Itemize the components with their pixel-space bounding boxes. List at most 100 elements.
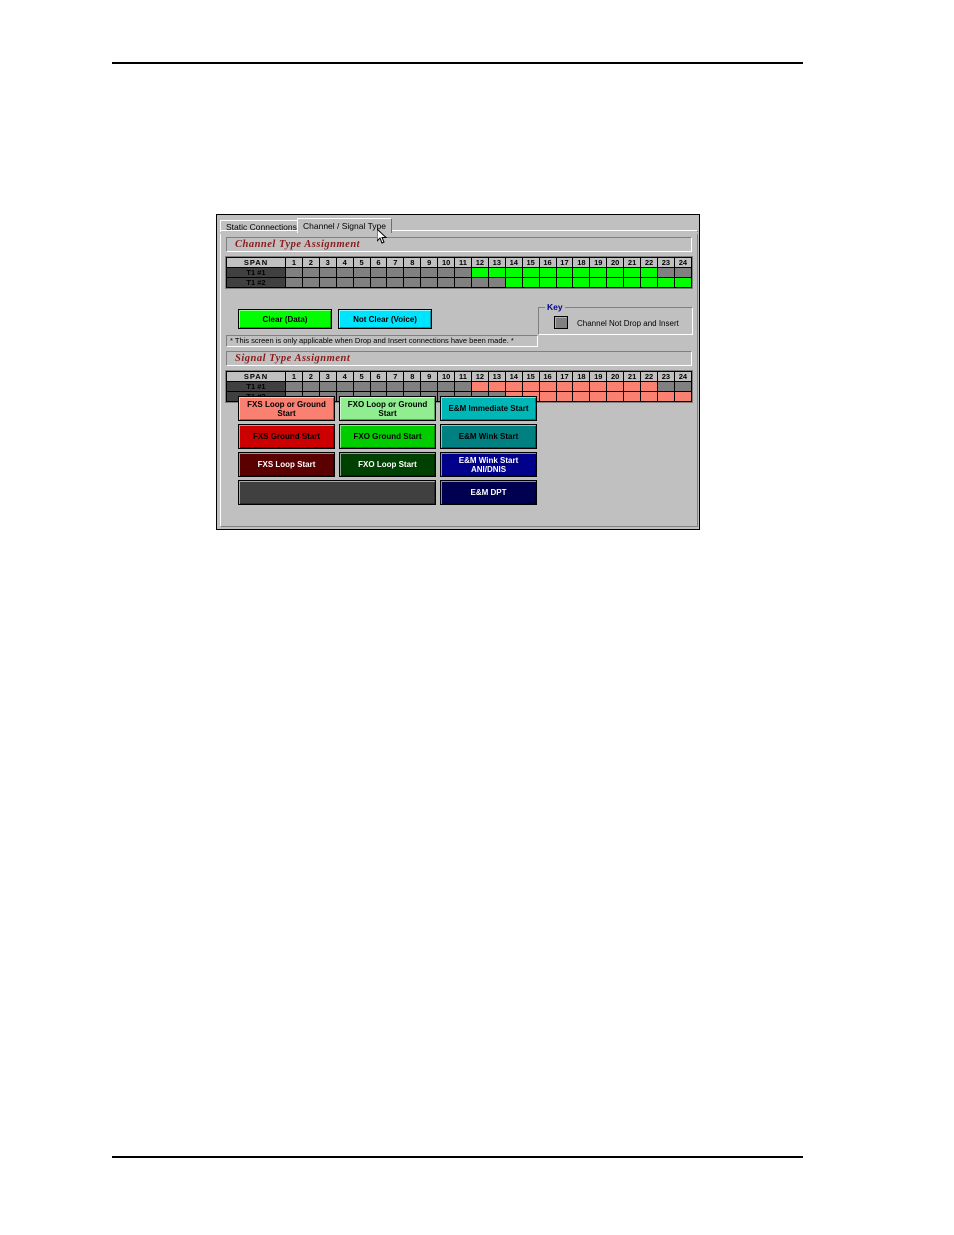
grid-channel-cell[interactable] [572, 267, 591, 278]
grid-channel-cell[interactable] [318, 381, 337, 392]
not-clear-voice-button[interactable]: Not Clear (Voice) [338, 309, 432, 329]
grid-channel-cell[interactable] [487, 277, 506, 288]
tab-channel-signal-type[interactable]: Channel / Signal Type [297, 218, 393, 233]
grid-channel-cell[interactable] [606, 277, 625, 288]
grid-channel-cell[interactable] [589, 277, 608, 288]
grid-channel-cell[interactable] [285, 277, 303, 288]
signal-type-button-fxs-loop-or-ground-start[interactable]: FXS Loop or Ground Start [238, 396, 335, 421]
grid-channel-cell[interactable] [403, 277, 422, 288]
grid-channel-cell[interactable] [538, 267, 557, 278]
signal-type-button-fxs-loop-start[interactable]: FXS Loop Start [238, 452, 335, 477]
signal-type-button-fxo-loop-start[interactable]: FXO Loop Start [339, 452, 436, 477]
grid-channel-cell[interactable] [623, 391, 642, 402]
grid-channel-cell[interactable] [454, 277, 472, 288]
grid-channel-cell[interactable] [640, 267, 658, 278]
grid-channel-cell[interactable] [454, 267, 472, 278]
grid-channel-cell[interactable] [420, 381, 439, 392]
grid-channel-cell[interactable] [521, 381, 540, 392]
grid-channel-cell[interactable] [504, 381, 523, 392]
grid-channel-cell[interactable] [420, 277, 439, 288]
grid-channel-cell[interactable] [437, 381, 456, 392]
grid-channel-cell[interactable] [369, 381, 388, 392]
grid-channel-cell[interactable] [285, 381, 303, 392]
grid-channel-cell[interactable] [487, 267, 506, 278]
grid-channel-cell[interactable] [352, 381, 371, 392]
grid-channel-cell[interactable] [606, 381, 625, 392]
grid-channel-cell[interactable] [504, 277, 523, 288]
grid-channel-cell[interactable] [589, 381, 608, 392]
signal-type-button-eandm-dpt[interactable]: E&M DPT [440, 480, 537, 505]
clear-data-button[interactable]: Clear (Data) [238, 309, 332, 329]
grid-channel-cell[interactable] [504, 267, 523, 278]
grid-channel-cell[interactable] [572, 381, 591, 392]
grid-channel-cell[interactable] [572, 277, 591, 288]
signal-type-button-fxs-ground-start[interactable]: FXS Ground Start [238, 424, 335, 449]
grid-channel-cell[interactable] [335, 267, 354, 278]
grid-channel-cell[interactable] [470, 267, 489, 278]
grid-channel-cell[interactable] [470, 381, 489, 392]
grid-channel-cell[interactable] [437, 277, 456, 288]
grid-channel-cell[interactable] [656, 391, 675, 402]
grid-channel-cell[interactable] [538, 277, 557, 288]
grid-channel-cell[interactable] [640, 277, 658, 288]
grid-channel-cell[interactable] [386, 267, 405, 278]
grid-channel-cell[interactable] [352, 267, 371, 278]
grid-channel-cell[interactable] [437, 267, 456, 278]
grid-channel-cell[interactable] [555, 277, 574, 288]
grid-channel-cell[interactable] [623, 267, 642, 278]
grid-channel-cell[interactable] [673, 277, 693, 288]
grid-channel-cell[interactable] [656, 267, 675, 278]
signal-type-button-eandm-wink-start-ani-dnis[interactable]: E&M Wink Start ANI/DNIS [440, 452, 537, 477]
grid-channel-cell[interactable] [640, 381, 658, 392]
grid-channel-cell[interactable] [335, 381, 354, 392]
signal-type-button-fxo-loop-or-ground-start[interactable]: FXO Loop or Ground Start [339, 396, 436, 421]
grid-channel-cell[interactable] [369, 267, 388, 278]
grid-channel-cell[interactable] [673, 267, 693, 278]
grid-channel-cell[interactable] [572, 391, 591, 402]
signal-type-button-eandm-immediate-start[interactable]: E&M Immediate Start [440, 396, 537, 421]
grid-channel-cell[interactable] [555, 267, 574, 278]
grid-channel-cell[interactable] [352, 277, 371, 288]
grid-channel-cell[interactable] [589, 391, 608, 402]
grid-channel-cell[interactable] [285, 267, 303, 278]
channel-type-section-header: Channel Type Assignment [226, 237, 692, 252]
grid-channel-cell[interactable] [606, 267, 625, 278]
signal-type-button-fxo-ground-start[interactable]: FXO Ground Start [339, 424, 436, 449]
grid-channel-cell[interactable] [301, 267, 320, 278]
grid-column-header: 10 [437, 257, 456, 268]
grid-channel-cell[interactable] [386, 381, 405, 392]
grid-channel-cell[interactable] [369, 277, 388, 288]
grid-channel-cell[interactable] [623, 381, 642, 392]
grid-channel-cell[interactable] [318, 277, 337, 288]
grid-channel-cell[interactable] [555, 391, 574, 402]
signal-type-button-blank[interactable] [238, 480, 436, 505]
grid-channel-cell[interactable] [335, 277, 354, 288]
signal-type-button-eandm-wink-start[interactable]: E&M Wink Start [440, 424, 537, 449]
grid-channel-cell[interactable] [555, 381, 574, 392]
grid-column-header: 23 [656, 257, 675, 268]
grid-channel-cell[interactable] [521, 277, 540, 288]
grid-channel-cell[interactable] [301, 381, 320, 392]
grid-channel-cell[interactable] [623, 277, 642, 288]
grid-channel-cell[interactable] [403, 267, 422, 278]
grid-channel-cell[interactable] [301, 277, 320, 288]
grid-channel-cell[interactable] [673, 391, 693, 402]
grid-channel-cell[interactable] [606, 391, 625, 402]
grid-channel-cell[interactable] [673, 381, 693, 392]
grid-channel-cell[interactable] [454, 381, 472, 392]
grid-column-header: 24 [673, 257, 693, 268]
grid-column-header: 18 [572, 257, 591, 268]
grid-channel-cell[interactable] [487, 381, 506, 392]
grid-channel-cell[interactable] [470, 277, 489, 288]
grid-channel-cell[interactable] [403, 381, 422, 392]
grid-channel-cell[interactable] [538, 391, 557, 402]
grid-channel-cell[interactable] [656, 277, 675, 288]
grid-channel-cell[interactable] [640, 391, 658, 402]
grid-channel-cell[interactable] [318, 267, 337, 278]
grid-channel-cell[interactable] [656, 381, 675, 392]
grid-channel-cell[interactable] [420, 267, 439, 278]
grid-channel-cell[interactable] [589, 267, 608, 278]
grid-channel-cell[interactable] [521, 267, 540, 278]
grid-channel-cell[interactable] [538, 381, 557, 392]
grid-channel-cell[interactable] [386, 277, 405, 288]
